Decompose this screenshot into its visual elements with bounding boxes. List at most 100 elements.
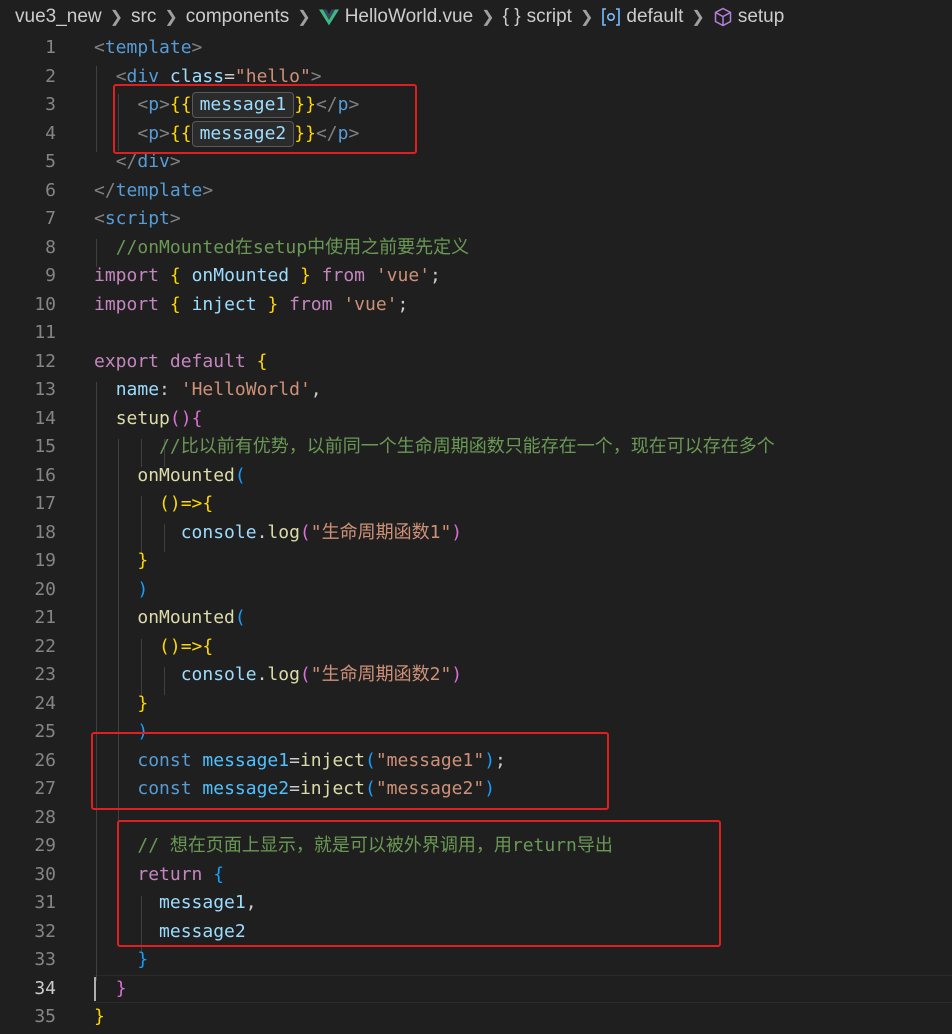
code-text: )	[137, 578, 149, 600]
line-number: 23	[34, 664, 56, 685]
code-line: 16 onMounted(	[0, 462, 952, 491]
line-number: 8	[45, 236, 56, 258]
method-cube-icon	[714, 7, 732, 27]
braces-icon: { }	[502, 6, 521, 27]
breadcrumb-item-script[interactable]: { } script	[503, 6, 572, 28]
code-text: console.log("生命周期函数2")	[180, 664, 463, 685]
code-line: 9 import { onMounted } from 'vue';	[0, 262, 952, 291]
breadcrumb-file-label: HelloWorld.vue	[344, 6, 474, 27]
line-number-active: 34	[34, 977, 56, 999]
breadcrumb-default-label: default	[626, 6, 684, 27]
breadcrumb-item-project[interactable]: vue3_new	[15, 6, 102, 28]
breadcrumb-item-src[interactable]: src	[131, 6, 156, 28]
line-number: 10	[34, 293, 56, 315]
code-line: 17 ()=>{	[0, 490, 952, 519]
line-number: 6	[45, 179, 56, 201]
code-line: 35 }	[0, 1003, 952, 1032]
code-line: 10 import { inject } from 'vue';	[0, 291, 952, 320]
line-number: 3	[45, 94, 56, 115]
line-number: 32	[34, 920, 56, 942]
code-line: 21 onMounted(	[0, 604, 952, 633]
chevron-right-icon: ❯	[481, 9, 495, 26]
line-number: 25	[34, 721, 56, 742]
line-number: 1	[45, 37, 56, 58]
line-number: 15	[34, 436, 56, 457]
line-number: 33	[34, 949, 56, 970]
code-text: <script>	[94, 208, 181, 229]
code-line: 18 console.log("生命周期函数1")	[0, 519, 952, 548]
highlight-box-template	[113, 84, 417, 154]
line-number: 28	[34, 806, 56, 828]
code-line: 24 }	[0, 690, 952, 719]
code-text: name: 'HelloWorld',	[115, 379, 322, 400]
code-text: export default {	[94, 350, 268, 372]
line-number: 11	[34, 322, 56, 343]
line-number: 27	[34, 778, 56, 799]
code-line: 34 }	[0, 975, 952, 1004]
line-number: 7	[45, 208, 56, 229]
code-line: 33 }	[0, 946, 952, 975]
code-text: ()=>{	[159, 635, 214, 657]
code-line: 13 name: 'HelloWorld',	[0, 376, 952, 405]
line-number: 2	[45, 65, 56, 87]
code-text: ()=>{	[159, 493, 214, 514]
code-text: setup(){	[115, 407, 203, 429]
line-number: 9	[45, 265, 56, 286]
code-text: }	[137, 949, 149, 970]
line-number: 5	[45, 151, 56, 172]
chevron-right-icon: ❯	[109, 9, 124, 26]
code-line: 22 ()=>{	[0, 633, 952, 662]
line-number: 17	[34, 493, 56, 514]
line-number: 18	[34, 521, 56, 543]
breadcrumb-item-setup[interactable]: setup	[713, 6, 784, 28]
breadcrumb-item-components[interactable]: components	[186, 6, 290, 28]
line-number: 19	[34, 550, 56, 571]
line-number: 26	[34, 749, 56, 771]
code-line: 15 //比以前有优势，以前同一个生命周期函数只能存在一个，现在可以存在多个	[0, 433, 952, 462]
code-text: console.log("生命周期函数1")	[180, 521, 463, 543]
line-number: 31	[34, 892, 56, 913]
line-number: 16	[34, 464, 56, 486]
code-text: onMounted(	[137, 464, 246, 486]
code-text: }	[94, 1006, 105, 1027]
chevron-right-icon: ❯	[297, 9, 311, 26]
line-number: 14	[34, 407, 56, 429]
breadcrumb-item-file[interactable]: HelloWorld.vue	[318, 6, 474, 28]
code-line: 1 <template>	[0, 34, 952, 63]
code-text: }	[137, 692, 149, 714]
module-icon	[602, 8, 621, 26]
code-line: 19 }	[0, 547, 952, 576]
line-number: 12	[34, 350, 56, 372]
code-text: }	[137, 550, 149, 571]
line-number: 30	[34, 863, 56, 885]
line-number: 22	[34, 635, 56, 657]
code-line: 14 setup(){	[0, 405, 952, 434]
code-editor[interactable]: 1 <template> 2 <div class="hello"> 3 <p>…	[0, 34, 952, 1034]
line-number: 21	[34, 607, 56, 628]
code-line: 6 </template>	[0, 177, 952, 206]
code-text: </template>	[94, 179, 214, 201]
highlight-box-inject	[91, 732, 609, 810]
breadcrumb-item-default[interactable]: default	[601, 6, 683, 28]
code-text: import { inject } from 'vue';	[94, 293, 409, 315]
chevron-right-icon: ❯	[579, 9, 594, 26]
code-line: 12 export default {	[0, 348, 952, 377]
code-line: 11	[0, 319, 952, 348]
code-text: //onMounted在setup中使用之前要先定义	[115, 236, 470, 258]
line-number: 29	[34, 835, 56, 856]
code-text: //比以前有优势，以前同一个生命周期函数只能存在一个，现在可以存在多个	[159, 436, 775, 457]
code-text: import { onMounted } from 'vue';	[94, 265, 441, 286]
code-text: onMounted(	[137, 607, 246, 628]
line-number: 4	[45, 122, 56, 144]
breadcrumb: vue3_new ❯ src ❯ components ❯ HelloWorld…	[0, 0, 952, 34]
chevron-right-icon: ❯	[691, 9, 705, 26]
line-number: 35	[34, 1006, 56, 1027]
chevron-right-icon: ❯	[164, 9, 178, 26]
breadcrumb-setup-label: setup	[737, 6, 785, 27]
code-line: 20 )	[0, 576, 952, 605]
code-text: }	[115, 977, 127, 999]
highlight-box-return	[117, 820, 721, 947]
code-text: <template>	[94, 37, 203, 58]
line-number: 13	[34, 379, 56, 400]
vue-logo-icon	[318, 9, 339, 26]
